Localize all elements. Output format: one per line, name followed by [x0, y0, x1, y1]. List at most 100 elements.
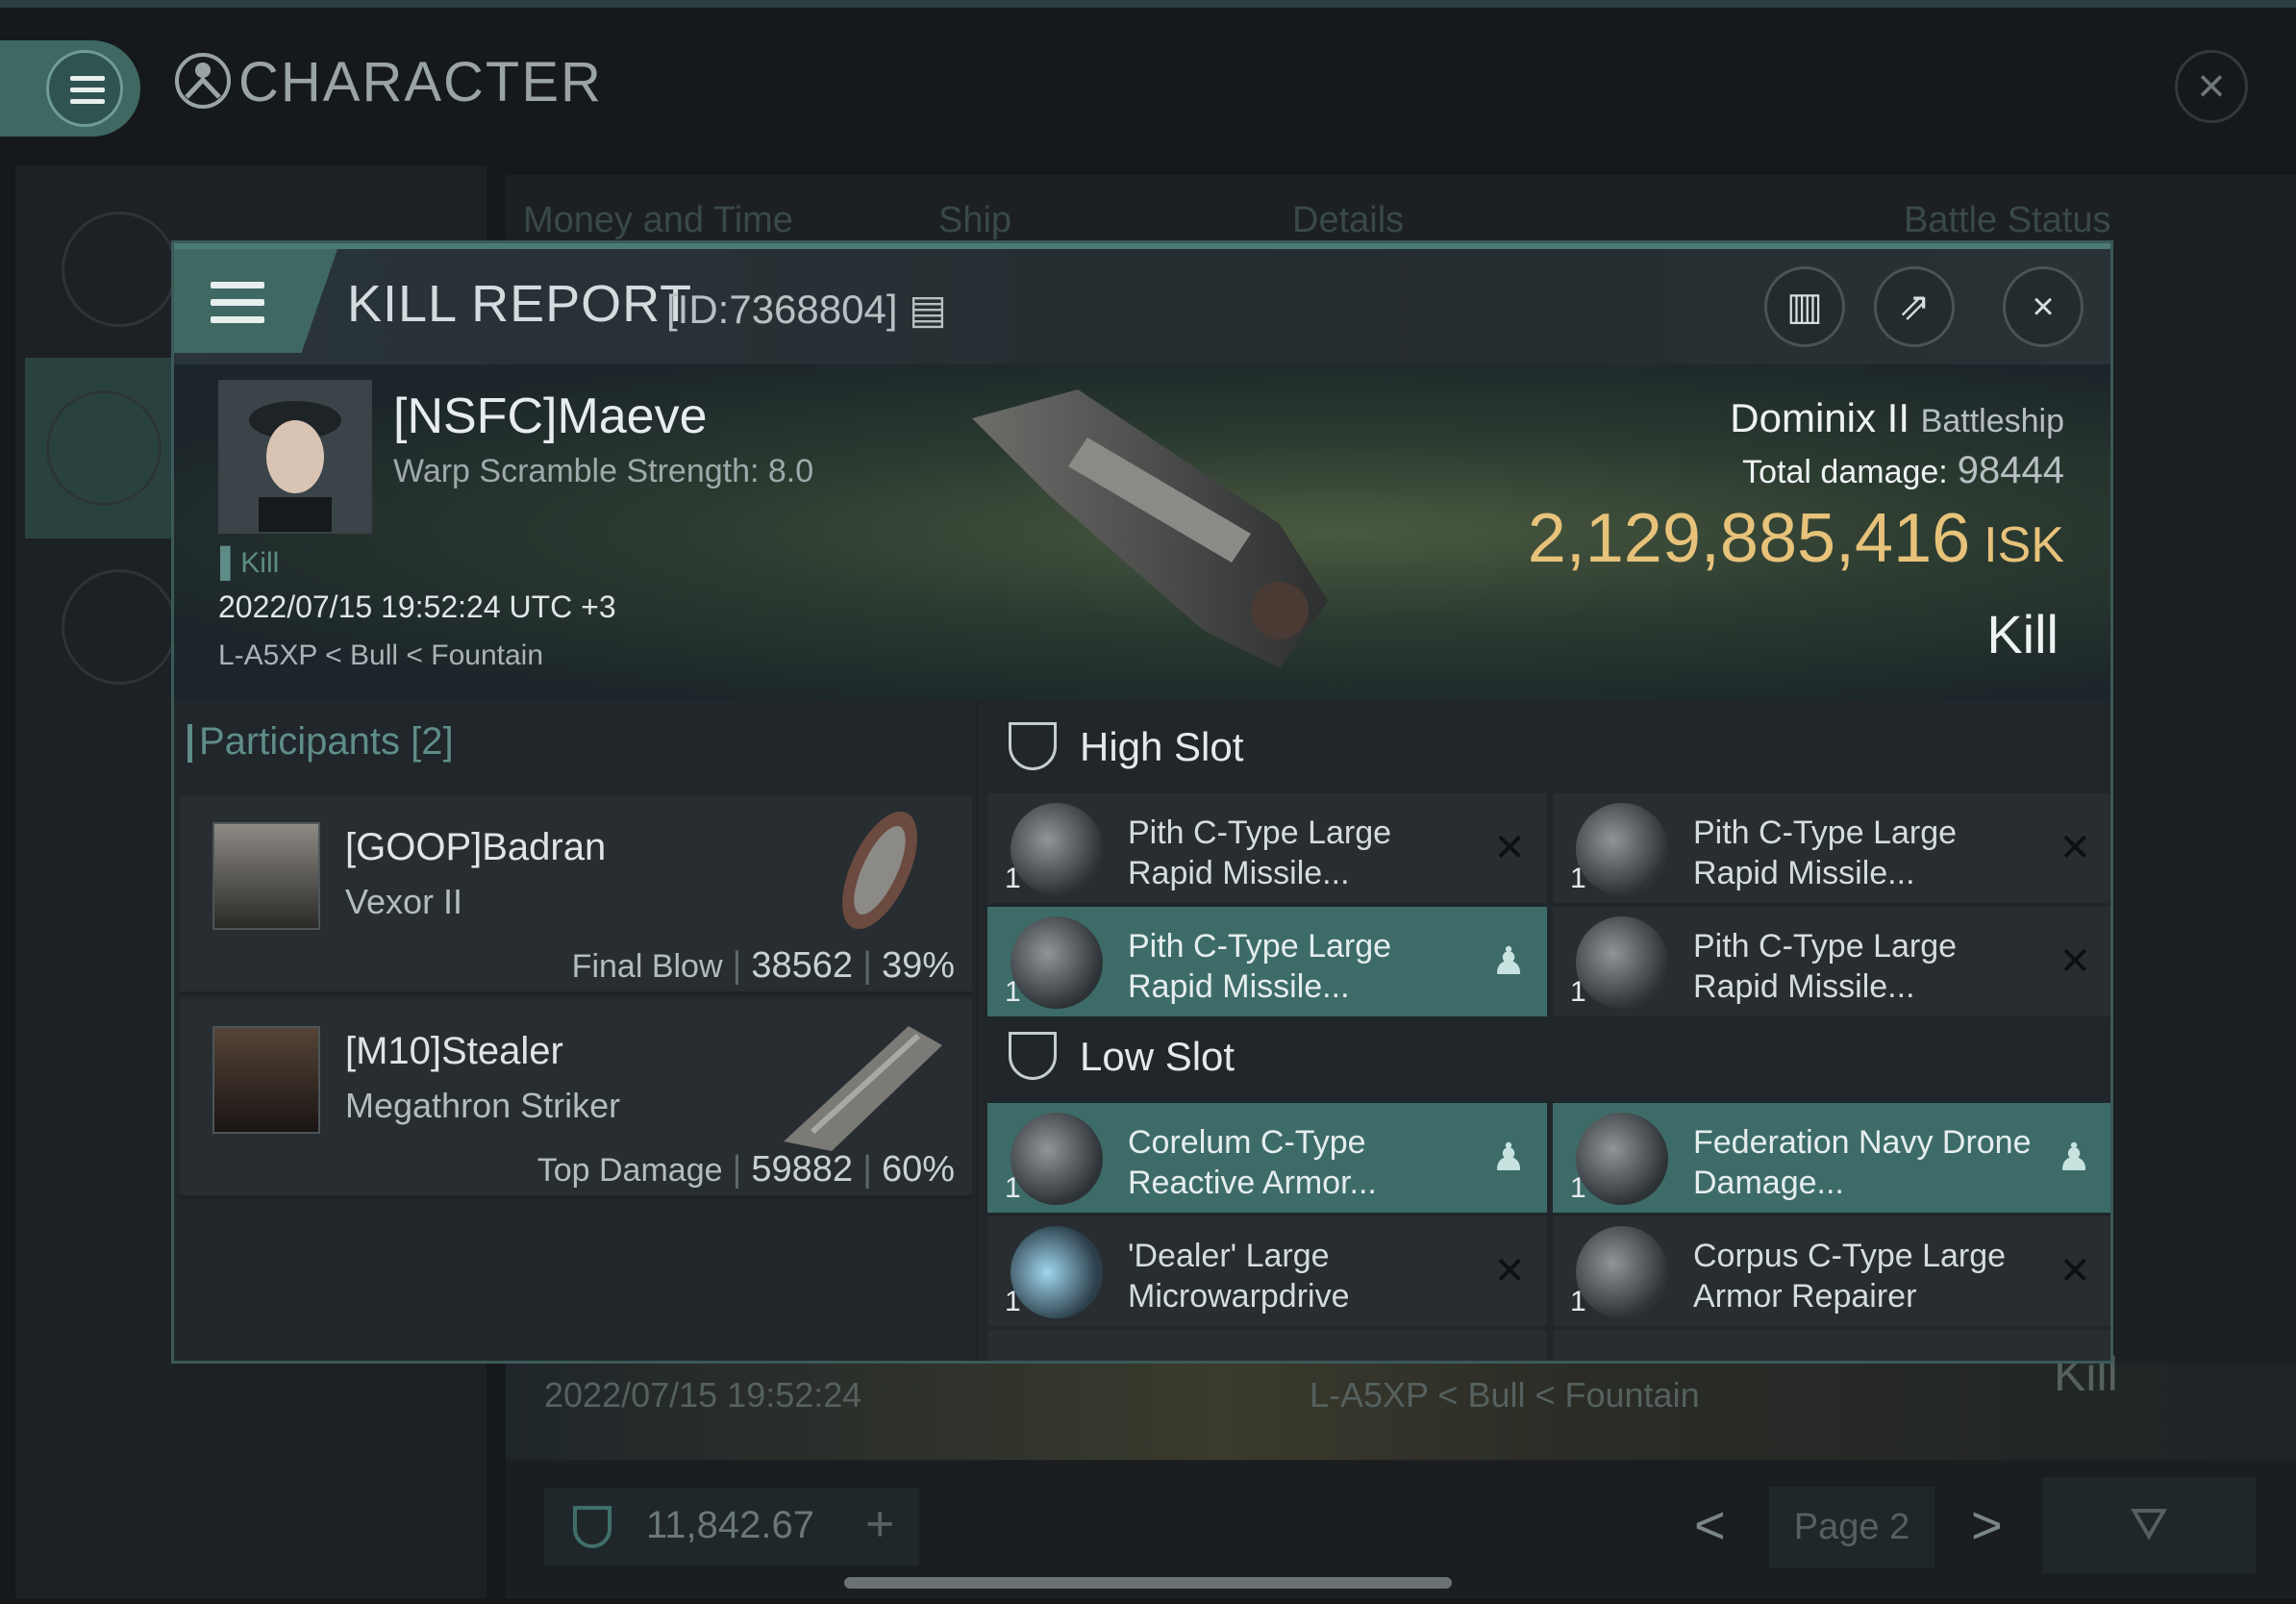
isk-unit: ISK — [1984, 517, 2064, 573]
participant-row[interactable]: [M10]Stealer Megathron Striker Top Damag… — [180, 999, 972, 1199]
missile-launcher-icon — [1011, 916, 1103, 1009]
participant-stats: Top Damage | 59882 | 60% — [537, 1149, 955, 1190]
participants-header: Participants [2] — [187, 720, 454, 763]
low-slot-icon — [1009, 1032, 1057, 1080]
module-item[interactable]: 1 'Dealer' Large Microwarpdrive ✕ — [987, 1216, 1547, 1326]
victim-ship-image[interactable] — [962, 380, 1385, 688]
dropped-person-icon: ♟ — [2057, 1137, 2091, 1179]
destroyed-icon: ✕ — [2059, 827, 2091, 869]
total-damage-value: 98444 — [1957, 449, 2064, 491]
module-item[interactable]: 1 Federation Navy Drone Damage... ♟ — [1553, 1103, 2110, 1213]
top-damage-label: Top Damage — [537, 1152, 723, 1189]
final-blow-label: Final Blow — [571, 948, 723, 985]
star-icon[interactable] — [62, 569, 177, 685]
participant-row[interactable]: [GOOP]Badran Vexor II Final Blow | 38562 | 3… — [180, 795, 972, 995]
participant-stats: Final Blow | 38562 | 39% — [571, 945, 955, 986]
participant-name[interactable]: [GOOP]Badran — [345, 826, 606, 869]
crossed-swords-icon — [46, 390, 162, 506]
participant-percent: 60% — [881, 1149, 955, 1190]
module-item-partial[interactable] — [987, 1330, 1547, 1361]
participant-ship-image — [842, 811, 917, 930]
window-title-text: CHARACTER — [238, 51, 603, 113]
portrait-image — [220, 382, 370, 532]
participant-name[interactable]: [M10]Stealer — [345, 1030, 563, 1073]
victim-portrait[interactable] — [218, 380, 372, 534]
item-quantity: 1 — [1570, 976, 1586, 1008]
copy-icon[interactable]: ▤ — [909, 287, 947, 332]
header-accent — [174, 243, 2110, 249]
window-title: CHARACTER — [173, 50, 603, 114]
next-page-button[interactable]: > — [1971, 1493, 2003, 1556]
previous-page-button[interactable]: < — [1694, 1493, 1726, 1556]
tab-money-time[interactable]: Money and Time — [523, 200, 793, 241]
module-item[interactable]: 1 Pith C-Type Large Rapid Missile... ♟ — [987, 907, 1547, 1016]
participant-portrait[interactable] — [212, 822, 320, 930]
tab-ship[interactable]: Ship — [938, 200, 1011, 241]
scrollbar[interactable] — [844, 1577, 1452, 1589]
item-name: Federation Navy Drone Damage... — [1693, 1124, 2032, 1201]
share-icon: ⇗ — [1898, 286, 1931, 328]
high-slot-header: High Slot — [1009, 722, 1243, 770]
main-menu-button[interactable] — [0, 40, 140, 137]
destroyed-icon: ✕ — [1493, 827, 1526, 869]
destroyed-icon: ✕ — [2059, 940, 2091, 983]
kill-location[interactable]: L-A5XP < Bull < Fountain — [218, 639, 543, 672]
warp-scramble: Warp Scramble Strength: 8.0 — [393, 453, 814, 489]
kill-datetime: 2022/07/15 19:52:24 UTC +3 — [218, 589, 616, 624]
add-funds-button[interactable]: + — [865, 1495, 894, 1553]
module-item[interactable]: 1 Pith C-Type Large Rapid Missile... ✕ — [1553, 907, 2110, 1016]
total-damage-label: Total damage: — [1742, 454, 1948, 490]
isk-amount: 2,129,885,416 — [1527, 500, 1971, 577]
module-item-partial[interactable] — [1553, 1330, 2110, 1361]
dialog-title: KILL REPORT — [347, 275, 693, 333]
participant-portrait[interactable] — [212, 1026, 320, 1134]
participant-damage: 59882 — [751, 1149, 854, 1190]
dropped-person-icon: ♟ — [1491, 940, 1526, 983]
destroyed-icon: ✕ — [1493, 1250, 1526, 1292]
item-name: Pith C-Type Large Rapid Missile... — [1693, 928, 1958, 1005]
item-name: Corelum C-Type Reactive Armor... — [1128, 1124, 1377, 1201]
dropped-person-icon: ♟ — [1491, 1137, 1526, 1179]
kill-tag-text: Kill — [240, 547, 280, 579]
item-quantity: 1 — [1005, 863, 1021, 894]
item-quantity: 1 — [1570, 1286, 1586, 1317]
victim-name[interactable]: [NSFC]Maeve — [393, 388, 708, 445]
kill-report-dialog: KILL REPORT [ID:7368804] ▤ ▥ ⇗ × [NSFC]M… — [171, 240, 2113, 1364]
clipboard-icon: ▥ — [1786, 286, 1823, 328]
close-icon: × — [2032, 286, 2055, 328]
tab-battle-status[interactable]: Battle Status — [1904, 200, 2110, 241]
character-icon — [175, 53, 231, 109]
item-name: 'Dealer' Large Microwarpdrive — [1128, 1238, 1350, 1315]
share-button[interactable]: ⇗ — [1874, 266, 1955, 347]
low-slot-label: Low Slot — [1080, 1034, 1235, 1079]
ship-class: Battleship — [1920, 403, 2064, 439]
module-item[interactable]: 1 Corpus C-Type Large Armor Repairer ✕ — [1553, 1216, 2110, 1326]
missile-launcher-icon — [1576, 803, 1668, 895]
item-quantity: 1 — [1005, 976, 1021, 1008]
victim-ship: Dominix II Battleship — [1730, 395, 2064, 441]
armor-repairer-icon — [1576, 1226, 1668, 1318]
high-slot-label: High Slot — [1080, 724, 1244, 769]
list-icon[interactable] — [62, 212, 177, 327]
kill-id[interactable]: [ID:7368804] ▤ — [666, 286, 947, 333]
total-damage: Total damage: 98444 — [1742, 449, 2064, 492]
participant-ship: Vexor II — [345, 882, 463, 921]
low-slot-header: Low Slot — [1009, 1032, 1235, 1080]
item-quantity: 1 — [1570, 863, 1586, 894]
clipboard-button[interactable]: ▥ — [1764, 266, 1845, 347]
close-button[interactable]: × — [2003, 266, 2084, 347]
tab-details[interactable]: Details — [1292, 200, 1404, 241]
close-icon[interactable]: × — [2175, 50, 2248, 123]
module-item[interactable]: 1 Pith C-Type Large Rapid Missile... ✕ — [987, 793, 1547, 903]
high-slot-icon — [1009, 722, 1057, 770]
module-item[interactable]: 1 Pith C-Type Large Rapid Missile... ✕ — [1553, 793, 2110, 903]
filter-button[interactable]: ⛛ — [2042, 1477, 2256, 1573]
module-item[interactable]: 1 Corelum C-Type Reactive Armor... ♟ — [987, 1103, 1547, 1213]
kill-result: Kill — [1986, 604, 2059, 664]
item-quantity: 1 — [1570, 1172, 1586, 1204]
item-name: Corpus C-Type Large Armor Repairer — [1693, 1238, 2007, 1315]
participant-ship-image — [784, 1026, 942, 1151]
ship-name[interactable]: Dominix II — [1730, 395, 1909, 440]
sidebar-item-combat[interactable] — [25, 358, 179, 539]
top-edge — [0, 0, 2296, 8]
